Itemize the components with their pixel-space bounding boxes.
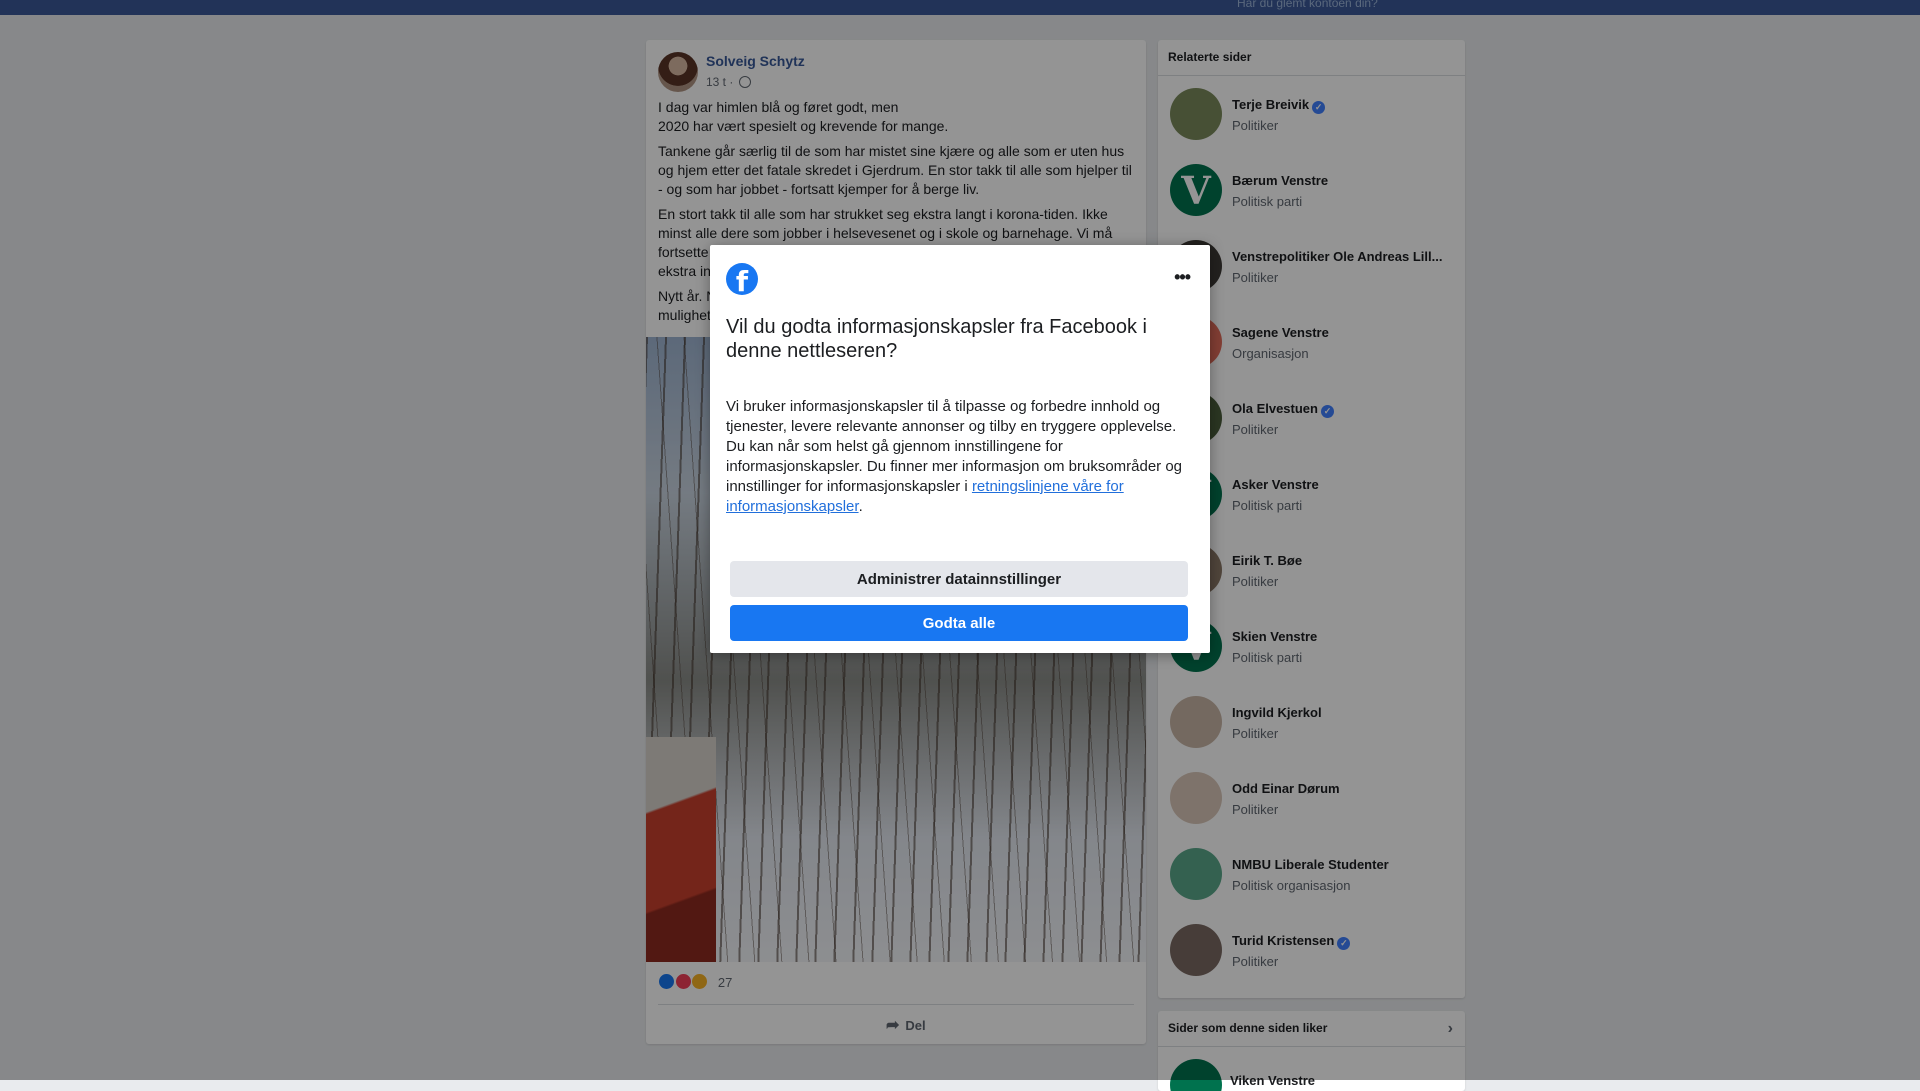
dialog-body: Vi bruker informasjonskapsler til å tilp… [726, 398, 1183, 515]
manage-data-settings-button[interactable]: Administrer datainnstillinger [730, 561, 1188, 597]
dialog-title: Vil du godta informasjonskapsler fra Fac… [726, 316, 1147, 362]
cookie-consent-dialog: f ••• Vil du godta informasjonskapsler f… [710, 245, 1210, 653]
facebook-logo-icon: f [726, 263, 758, 295]
accept-all-button[interactable]: Godta alle [730, 605, 1188, 641]
more-options-icon[interactable]: ••• [1174, 267, 1191, 288]
